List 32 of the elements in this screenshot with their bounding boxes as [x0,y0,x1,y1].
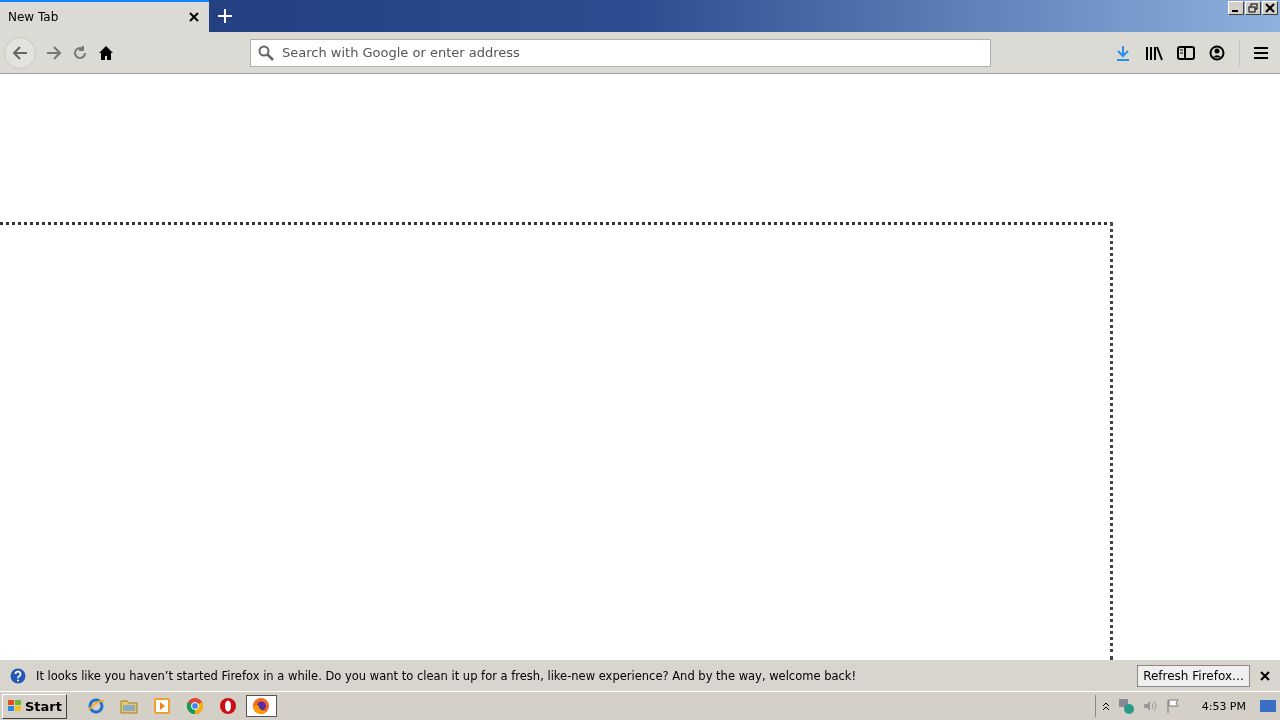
home-icon[interactable] [98,44,114,61]
windows-logo-icon [7,699,23,713]
taskbar-app[interactable] [246,695,277,717]
opera-icon[interactable] [219,697,238,715]
refresh-button[interactable]: Refresh Firefox… [1137,664,1250,687]
account-icon[interactable] [1209,44,1225,61]
address-field[interactable]: Search with Google or enter address [250,38,991,67]
minimize-icon[interactable] [1228,1,1244,15]
sidebar-icon[interactable] [1177,44,1195,61]
menu-icon[interactable] [1254,45,1268,60]
flag-icon[interactable] [1165,699,1180,713]
close-icon[interactable] [189,12,199,22]
back-arrow-icon [12,45,28,60]
reload-icon[interactable] [72,44,88,61]
browser-tab[interactable]: New Tab [0,0,209,32]
library-icon[interactable] [1145,44,1163,61]
clock[interactable]: 4:53 PM [1201,699,1246,713]
new-tab-icon[interactable] [218,9,232,23]
show-desktop-icon[interactable] [1260,699,1276,713]
help-icon [10,667,26,684]
forward-arrow-icon[interactable] [46,45,62,60]
close-icon[interactable] [1260,670,1270,681]
notification-message: It looks like you haven’t started Firefox in a while. Do you want to clean it up for a fresh, like-new experience? And by the way, welcome back! [36,668,858,683]
chrome-icon[interactable] [186,697,205,715]
restore-icon[interactable] [1245,1,1261,15]
play-icon[interactable] [153,697,172,715]
back-button[interactable] [4,36,36,69]
start-button[interactable]: Start [2,693,67,719]
search-icon [258,44,274,61]
chevron-icon[interactable] [1101,701,1110,711]
firefox-icon[interactable] [252,697,271,715]
globe-icon[interactable] [87,697,106,715]
